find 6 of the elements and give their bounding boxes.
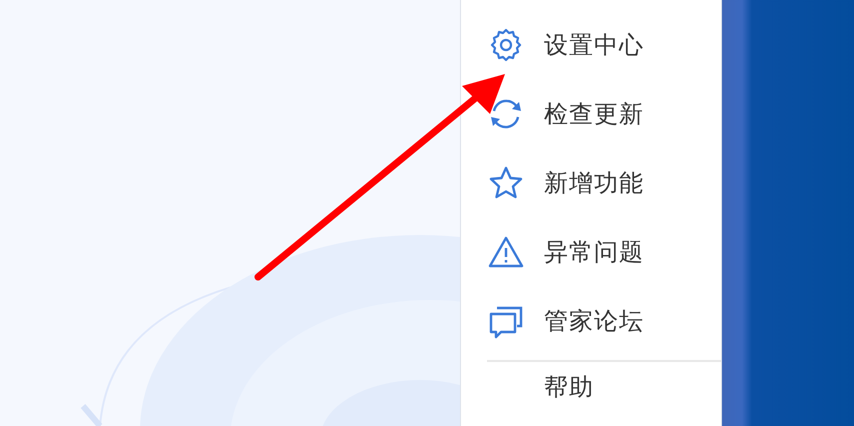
menu-item[interactable]: 设置中心	[487, 10, 721, 79]
menu-item[interactable]: 帮助	[544, 372, 594, 402]
menu-item[interactable]: 检查更新	[487, 79, 721, 148]
menu-item[interactable]: 异常问题	[487, 217, 721, 286]
menu-item[interactable]: 管家论坛	[487, 286, 721, 355]
menu-item[interactable]: 新增功能	[487, 148, 721, 217]
